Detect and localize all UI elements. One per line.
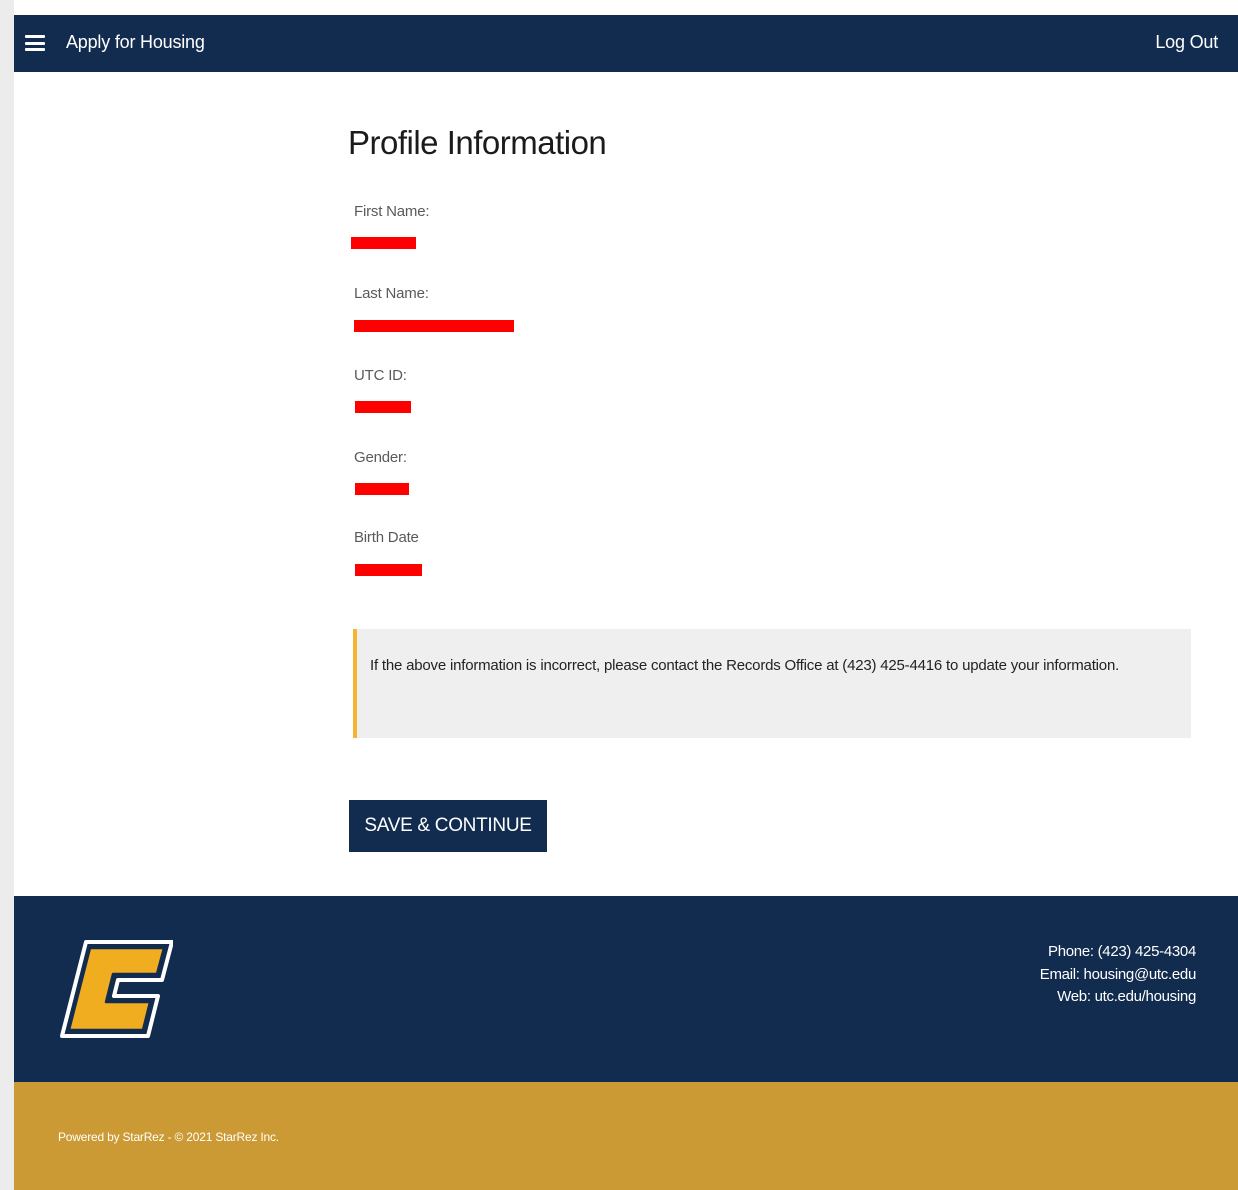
save-and-continue-button[interactable]: SAVE & CONTINUE <box>349 800 547 852</box>
app-title[interactable]: Apply for Housing <box>66 32 205 53</box>
powered-by-bar: Powered by StarRez - © 2021 StarRez Inc. <box>14 1082 1238 1190</box>
utc-id-value-redacted <box>355 401 411 413</box>
page-title: Profile Information <box>348 124 607 161</box>
utc-c-logo-icon <box>60 940 173 1038</box>
logout-link[interactable]: Log Out <box>1155 32 1218 53</box>
site-footer: Phone: (423) 425-4304 Email: housing@utc… <box>14 896 1238 1082</box>
web-text[interactable]: Web: utc.edu/housing <box>1040 986 1196 1009</box>
powered-by-text: Powered by StarRez - © 2021 StarRez Inc. <box>58 1130 279 1144</box>
top-navigation-bar: Apply for Housing Log Out <box>14 15 1238 72</box>
contact-info: Phone: (423) 425-4304 Email: housing@utc… <box>1040 941 1197 1009</box>
left-edge-strip <box>0 0 14 1190</box>
email-text[interactable]: Email: housing@utc.edu <box>1040 964 1197 987</box>
birth-date-label: Birth Date <box>354 529 419 546</box>
gender-value-redacted <box>355 483 409 495</box>
gender-label: Gender: <box>354 449 407 466</box>
records-office-notice: If the above information is incorrect, p… <box>353 629 1191 738</box>
utc-id-label: UTC ID: <box>354 367 407 384</box>
last-name-value-redacted <box>354 320 514 332</box>
first-name-value-redacted <box>351 237 416 249</box>
hamburger-menu-icon[interactable] <box>25 35 45 51</box>
notice-text: If the above information is incorrect, p… <box>370 657 1120 674</box>
first-name-label: First Name: <box>354 203 430 220</box>
phone-text: Phone: (423) 425-4304 <box>1048 943 1196 960</box>
birth-date-value-redacted <box>355 564 422 576</box>
last-name-label: Last Name: <box>354 285 429 302</box>
